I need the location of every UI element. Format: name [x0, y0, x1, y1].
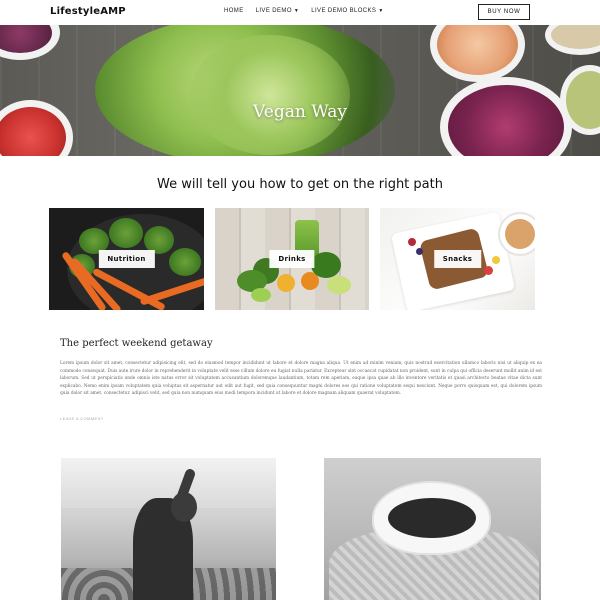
card-drinks[interactable]: Drinks — [215, 208, 369, 310]
main-menu: HOME LIVE DEMO ▼ LIVE DEMO BLOCKS ▼ — [224, 8, 384, 14]
caret-down-icon: ▼ — [293, 8, 300, 14]
hero-banner: Vegan Way — [0, 25, 600, 156]
menu-item-label: HOME — [224, 8, 244, 14]
card-label: Drinks — [269, 250, 315, 268]
hero-title: Vegan Way — [253, 102, 347, 122]
section-heading: We will tell you how to get on the right… — [157, 177, 443, 192]
top-navbar: LifestyleAMP HOME LIVE DEMO ▼ LIVE DEMO … — [0, 0, 600, 25]
menu-item-live-demo[interactable]: LIVE DEMO ▼ — [256, 8, 300, 14]
person-head — [171, 492, 197, 522]
leave-comment-link[interactable]: LEAVE A COMMENT — [60, 416, 104, 421]
card-label: Snacks — [433, 250, 482, 268]
card-snacks[interactable]: Snacks — [380, 208, 535, 310]
article-title[interactable]: The perfect weekend getaway — [60, 338, 213, 349]
coffee-cup-image — [500, 214, 535, 254]
caret-down-icon: ▼ — [378, 8, 384, 14]
article-body: Lorem ipsum dolor sit amet, consectetur … — [60, 361, 542, 397]
site-logo[interactable]: LifestyleAMP — [50, 6, 126, 17]
concert-photo[interactable] — [61, 458, 276, 600]
menu-item-label: LIVE DEMO — [255, 8, 292, 14]
card-label: Nutrition — [98, 250, 155, 268]
hero-greens — [190, 35, 350, 155]
buy-now-button[interactable]: BUY NOW — [478, 4, 530, 20]
menu-item-label: LIVE DEMO BLOCKS — [311, 8, 377, 14]
tea — [388, 498, 476, 538]
menu-item-live-demo-blocks[interactable]: LIVE DEMO BLOCKS ▼ — [311, 8, 383, 14]
tea-cup-photo[interactable] — [324, 458, 541, 600]
card-nutrition[interactable]: Nutrition — [49, 208, 204, 310]
menu-item-home[interactable]: HOME — [224, 8, 244, 14]
